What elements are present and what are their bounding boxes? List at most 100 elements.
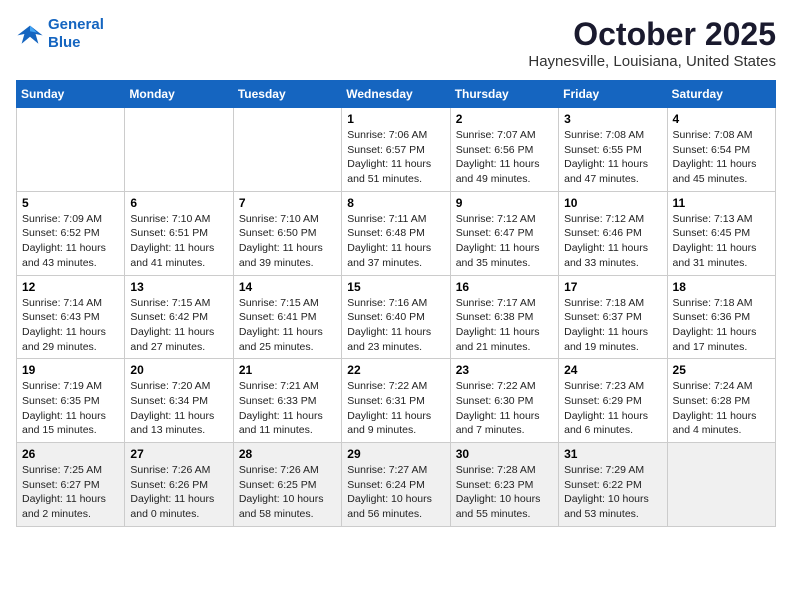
weekday-header: Thursday (450, 81, 558, 108)
calendar-cell: 16 Sunrise: 7:17 AM Sunset: 6:38 PM Dayli… (450, 275, 558, 359)
day-content: Sunrise: 7:10 AM Sunset: 6:51 PM Dayligh… (130, 212, 227, 271)
calendar-cell: 9 Sunrise: 7:12 AM Sunset: 6:47 PM Daylig… (450, 191, 558, 275)
calendar-cell: 12Sunrise: 7:14 AM Sunset: 6:43 PM Dayli… (17, 275, 125, 359)
calendar-week-row: 12Sunrise: 7:14 AM Sunset: 6:43 PM Dayli… (17, 275, 776, 359)
day-content: Sunrise: 7:29 AM Sunset: 6:22 PM Dayligh… (564, 463, 661, 522)
day-number: 30 (456, 447, 553, 461)
day-number: 6 (130, 196, 227, 210)
day-content: Sunrise: 7:06 AM Sunset: 6:57 PM Dayligh… (347, 128, 444, 187)
day-number: 11 (673, 196, 770, 210)
calendar-week-row: 5 Sunrise: 7:09 AM Sunset: 6:52 PM Daylig… (17, 191, 776, 275)
day-content: Sunrise: 7:25 AM Sunset: 6:27 PM Dayligh… (22, 463, 119, 522)
day-content: Sunrise: 7:18 AM Sunset: 6:36 PM Dayligh… (673, 296, 770, 355)
calendar-cell: 31 Sunrise: 7:29 AM Sunset: 6:22 PM Dayli… (559, 443, 667, 527)
day-number: 22 (347, 363, 444, 377)
day-content: Sunrise: 7:16 AM Sunset: 6:40 PM Dayligh… (347, 296, 444, 355)
calendar-week-row: 1 Sunrise: 7:06 AM Sunset: 6:57 PM Daylig… (17, 108, 776, 192)
calendar-cell: 5 Sunrise: 7:09 AM Sunset: 6:52 PM Daylig… (17, 191, 125, 275)
day-number: 16 (456, 280, 553, 294)
day-number: 15 (347, 280, 444, 294)
day-number: 18 (673, 280, 770, 294)
calendar-header-row: SundayMondayTuesdayWednesdayThursdayFrid… (17, 81, 776, 108)
day-number: 26 (22, 447, 119, 461)
day-content: Sunrise: 7:10 AM Sunset: 6:50 PM Dayligh… (239, 212, 336, 271)
day-number: 14 (239, 280, 336, 294)
calendar-cell: 15 Sunrise: 7:16 AM Sunset: 6:40 PM Dayli… (342, 275, 450, 359)
day-content: Sunrise: 7:24 AM Sunset: 6:28 PM Dayligh… (673, 379, 770, 438)
calendar-cell: 13 Sunrise: 7:15 AM Sunset: 6:42 PM Dayli… (125, 275, 233, 359)
day-number: 25 (673, 363, 770, 377)
day-number: 24 (564, 363, 661, 377)
day-content: Sunrise: 7:21 AM Sunset: 6:33 PM Dayligh… (239, 379, 336, 438)
day-number: 31 (564, 447, 661, 461)
day-content: Sunrise: 7:14 AM Sunset: 6:43 PM Dayligh… (22, 296, 119, 355)
calendar-cell: 29Sunrise: 7:27 AM Sunset: 6:24 PM Dayli… (342, 443, 450, 527)
calendar-cell: 11 Sunrise: 7:13 AM Sunset: 6:45 PM Dayli… (667, 191, 775, 275)
day-number: 3 (564, 112, 661, 126)
page-header: General Blue October 2025 Haynesville, L… (16, 16, 776, 70)
day-number: 4 (673, 112, 770, 126)
calendar-cell: 7Sunrise: 7:10 AM Sunset: 6:50 PM Daylig… (233, 191, 341, 275)
day-number: 28 (239, 447, 336, 461)
day-content: Sunrise: 7:23 AM Sunset: 6:29 PM Dayligh… (564, 379, 661, 438)
logo-icon (16, 20, 44, 48)
calendar-table: SundayMondayTuesdayWednesdayThursdayFrid… (16, 80, 776, 527)
calendar-cell: 17 Sunrise: 7:18 AM Sunset: 6:37 PM Dayli… (559, 275, 667, 359)
calendar-cell: 8Sunrise: 7:11 AM Sunset: 6:48 PM Daylig… (342, 191, 450, 275)
day-content: Sunrise: 7:22 AM Sunset: 6:30 PM Dayligh… (456, 379, 553, 438)
day-content: Sunrise: 7:12 AM Sunset: 6:46 PM Dayligh… (564, 212, 661, 271)
title-block: October 2025 Haynesville, Louisiana, Uni… (528, 16, 776, 70)
day-content: Sunrise: 7:15 AM Sunset: 6:42 PM Dayligh… (130, 296, 227, 355)
day-content: Sunrise: 7:17 AM Sunset: 6:38 PM Dayligh… (456, 296, 553, 355)
day-number: 10 (564, 196, 661, 210)
calendar-cell: 20Sunrise: 7:20 AM Sunset: 6:34 PM Dayli… (125, 359, 233, 443)
day-number: 21 (239, 363, 336, 377)
day-number: 9 (456, 196, 553, 210)
weekday-header: Saturday (667, 81, 775, 108)
day-content: Sunrise: 7:08 AM Sunset: 6:55 PM Dayligh… (564, 128, 661, 187)
weekday-header: Wednesday (342, 81, 450, 108)
calendar-cell: 26 Sunrise: 7:25 AM Sunset: 6:27 PM Dayli… (17, 443, 125, 527)
day-content: Sunrise: 7:26 AM Sunset: 6:26 PM Dayligh… (130, 463, 227, 522)
day-content: Sunrise: 7:19 AM Sunset: 6:35 PM Dayligh… (22, 379, 119, 438)
day-content: Sunrise: 7:18 AM Sunset: 6:37 PM Dayligh… (564, 296, 661, 355)
calendar-cell: 14 Sunrise: 7:15 AM Sunset: 6:41 PM Dayli… (233, 275, 341, 359)
day-content: Sunrise: 7:13 AM Sunset: 6:45 PM Dayligh… (673, 212, 770, 271)
calendar-cell: 1 Sunrise: 7:06 AM Sunset: 6:57 PM Daylig… (342, 108, 450, 192)
logo-text: General Blue (48, 16, 104, 52)
day-number: 17 (564, 280, 661, 294)
calendar-cell: 28 Sunrise: 7:26 AM Sunset: 6:25 PM Dayli… (233, 443, 341, 527)
calendar-cell: 27 Sunrise: 7:26 AM Sunset: 6:26 PM Dayli… (125, 443, 233, 527)
calendar-week-row: 19Sunrise: 7:19 AM Sunset: 6:35 PM Dayli… (17, 359, 776, 443)
calendar-cell: 10 Sunrise: 7:12 AM Sunset: 6:46 PM Dayli… (559, 191, 667, 275)
day-content: Sunrise: 7:27 AM Sunset: 6:24 PM Dayligh… (347, 463, 444, 522)
calendar-cell: 30 Sunrise: 7:28 AM Sunset: 6:23 PM Dayli… (450, 443, 558, 527)
day-number: 13 (130, 280, 227, 294)
location: Haynesville, Louisiana, United States (528, 53, 776, 70)
calendar-cell: 2Sunrise: 7:07 AM Sunset: 6:56 PM Daylig… (450, 108, 558, 192)
calendar-cell (125, 108, 233, 192)
calendar-cell (667, 443, 775, 527)
day-content: Sunrise: 7:15 AM Sunset: 6:41 PM Dayligh… (239, 296, 336, 355)
calendar-cell (233, 108, 341, 192)
day-content: Sunrise: 7:22 AM Sunset: 6:31 PM Dayligh… (347, 379, 444, 438)
day-content: Sunrise: 7:09 AM Sunset: 6:52 PM Dayligh… (22, 212, 119, 271)
calendar-week-row: 26 Sunrise: 7:25 AM Sunset: 6:27 PM Dayli… (17, 443, 776, 527)
calendar-cell: 18 Sunrise: 7:18 AM Sunset: 6:36 PM Dayli… (667, 275, 775, 359)
weekday-header: Monday (125, 81, 233, 108)
day-content: Sunrise: 7:07 AM Sunset: 6:56 PM Dayligh… (456, 128, 553, 187)
day-content: Sunrise: 7:11 AM Sunset: 6:48 PM Dayligh… (347, 212, 444, 271)
day-number: 1 (347, 112, 444, 126)
day-content: Sunrise: 7:26 AM Sunset: 6:25 PM Dayligh… (239, 463, 336, 522)
calendar-cell: 24 Sunrise: 7:23 AM Sunset: 6:29 PM Dayli… (559, 359, 667, 443)
calendar-cell: 6 Sunrise: 7:10 AM Sunset: 6:51 PM Daylig… (125, 191, 233, 275)
calendar-cell: 4 Sunrise: 7:08 AM Sunset: 6:54 PM Daylig… (667, 108, 775, 192)
day-number: 5 (22, 196, 119, 210)
day-number: 27 (130, 447, 227, 461)
day-content: Sunrise: 7:28 AM Sunset: 6:23 PM Dayligh… (456, 463, 553, 522)
day-content: Sunrise: 7:08 AM Sunset: 6:54 PM Dayligh… (673, 128, 770, 187)
calendar-cell: 19Sunrise: 7:19 AM Sunset: 6:35 PM Dayli… (17, 359, 125, 443)
day-content: Sunrise: 7:12 AM Sunset: 6:47 PM Dayligh… (456, 212, 553, 271)
calendar-cell: 21 Sunrise: 7:21 AM Sunset: 6:33 PM Dayli… (233, 359, 341, 443)
logo: General Blue (16, 16, 104, 52)
